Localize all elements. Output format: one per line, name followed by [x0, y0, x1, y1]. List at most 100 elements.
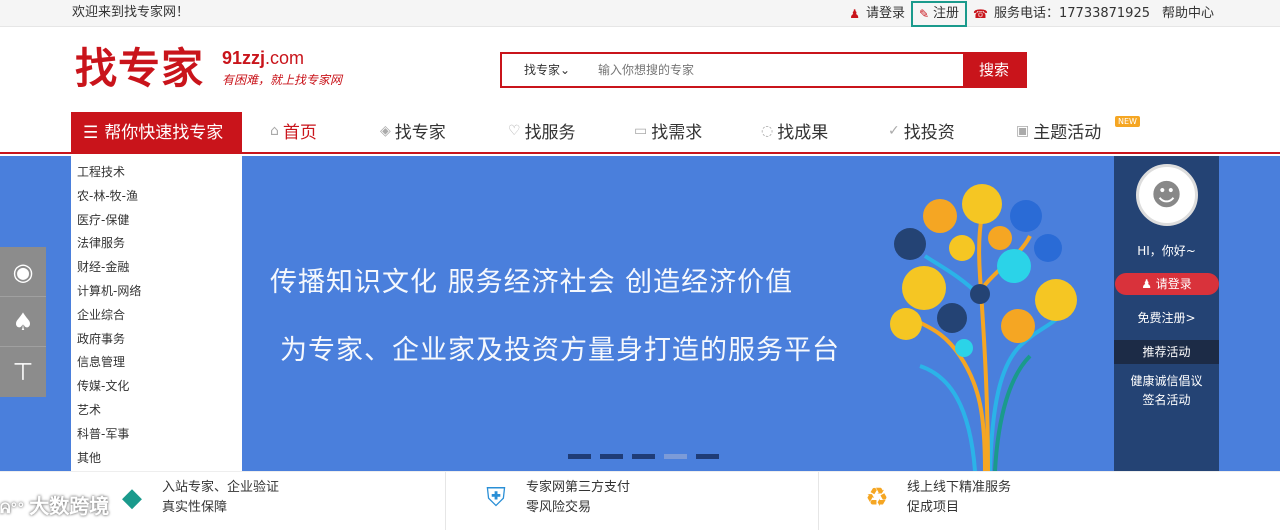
gift-icon: ▣: [1016, 122, 1030, 139]
recommend-activity-header: 推荐活动: [1114, 340, 1219, 364]
carousel-dots: [568, 454, 719, 459]
heart-icon: ♡: [508, 122, 521, 139]
nav-label: 主题活动: [1033, 123, 1102, 143]
feature-verify: ◆ 入站专家、企业验证 真实性保障: [112, 478, 279, 518]
home-icon: ⌂: [270, 122, 279, 139]
search-bar: 找专家⌄ 搜索: [500, 52, 1027, 88]
feature-line: 专家网第三方支付: [526, 480, 631, 495]
welcome-text: 欢迎来到找专家网！: [72, 5, 190, 20]
user-icon: ♟: [1141, 277, 1156, 291]
category-item[interactable]: 传媒-文化: [71, 375, 242, 399]
category-item[interactable]: 财经-金融: [71, 256, 242, 280]
category-item[interactable]: 其他: [71, 447, 242, 471]
free-register-link[interactable]: 免费注册>: [1114, 309, 1219, 326]
category-item[interactable]: 医疗-保健: [71, 209, 242, 233]
top-bar: 欢迎来到找专家网！ ♟ 请登录 ✎ 注册 ☎ 服务电话：17733871925 帮…: [0, 0, 1280, 27]
floating-toolbar: ◉ ♠ ⊤: [0, 247, 46, 397]
panel-login-label: 请登录: [1155, 277, 1192, 291]
nav-item-events[interactable]: ▣ 主题活动: [1016, 118, 1102, 144]
main-nav: ☰ 帮你快速找专家 ⌂ 首页 ◈ 找专家 ♡ 找服务 ▭ 找需求 ◌ 找成果 ✓ 找投资 ▣ 主…: [0, 108, 1280, 154]
recycle-icon: ♻: [865, 483, 889, 513]
register-label: 注册: [933, 6, 960, 21]
category-item[interactable]: 计算机-网络: [71, 280, 242, 304]
nav-item-demands[interactable]: ▭ 找需求: [634, 118, 703, 144]
category-item[interactable]: 政府事务: [71, 328, 242, 352]
service-phone: 服务电话：17733871925: [994, 5, 1150, 21]
new-badge: NEW: [1115, 116, 1140, 127]
register-link[interactable]: ✎ 注册: [910, 1, 968, 27]
search-button[interactable]: 搜索: [963, 54, 1025, 86]
pencil-icon: ✎: [918, 7, 930, 21]
feature-strip: ◆ 入站专家、企业验证 真实性保障 ⛨ 专家网第三方支付 零风险交易 ♻ 线上线下精…: [0, 471, 1280, 530]
avatar: ☻: [1135, 164, 1198, 226]
nav-item-results[interactable]: ◌ 找成果: [761, 118, 829, 144]
shield-icon: ⛨: [486, 482, 506, 513]
category-sidebar: 工程技术 农-林-牧-渔 医疗-保健 法律服务 财经-金融 计算机-网络 企业综…: [71, 156, 242, 471]
menu-list-icon: ☰: [83, 123, 99, 143]
nav-item-services[interactable]: ♡ 找服务: [508, 118, 576, 144]
watermark: ᕱ°° 大数跨境: [0, 494, 110, 518]
greeting: HI，你好~: [1137, 244, 1196, 258]
knowledge-tree-illustration: [890, 184, 1077, 471]
category-item[interactable]: 艺术: [71, 399, 242, 423]
feature-payment: ⛨ 专家网第三方支付 零风险交易: [476, 478, 630, 518]
back-to-top-icon[interactable]: ⊤: [0, 347, 46, 397]
logo-subtitle: 91zzj.com 有困难，就上找专家网: [222, 48, 342, 88]
nav-label: 找投资: [903, 123, 955, 143]
hero-subheadline: 为专家、企业家及投资方量身打造的服务平台: [280, 335, 840, 366]
category-menu-button[interactable]: ☰ 帮你快速找专家: [71, 112, 242, 154]
activity-line: 健康诚信倡议: [1130, 374, 1203, 388]
domain-name: 91zzj: [222, 48, 266, 68]
header: 找专家 91zzj.com 有困难，就上找专家网 找专家⌄ 搜索: [0, 28, 1280, 108]
verify-icon: ◆: [122, 483, 142, 513]
nav-label: 找专家: [394, 123, 446, 143]
comment-icon: ▭: [634, 122, 648, 139]
activity-line: 签名活动: [1142, 393, 1191, 407]
panel-login-button[interactable]: ♟ 请登录: [1114, 273, 1219, 295]
nav-item-experts[interactable]: ◈ 找专家: [380, 118, 446, 144]
nav-item-investment[interactable]: ✓ 找投资: [888, 118, 955, 144]
carousel-dot[interactable]: [600, 454, 623, 459]
carousel-dot[interactable]: [632, 454, 655, 459]
category-menu-label: 帮你快速找专家: [104, 123, 224, 143]
category-item[interactable]: 工程技术: [71, 161, 242, 185]
logo-domain: 91zzj.com: [222, 48, 342, 69]
logo[interactable]: 找专家: [75, 44, 204, 94]
search-input[interactable]: [592, 54, 963, 86]
divider: [445, 472, 446, 530]
hero-headline: 传播知识文化 服务经济社会 创造经济价值: [270, 267, 794, 298]
wechat-icon[interactable]: ◉: [0, 247, 46, 297]
user-icon: ♟: [849, 6, 860, 21]
help-center-link[interactable]: 帮助中心: [1162, 1, 1214, 27]
activity-link[interactable]: 健康诚信倡议 签名活动: [1114, 372, 1219, 410]
feature-line: 促成项目: [907, 500, 960, 515]
feature-line: 真实性保障: [162, 500, 228, 515]
qq-icon[interactable]: ♠: [0, 297, 46, 347]
feature-line: 入站专家、企业验证: [162, 480, 280, 495]
category-item[interactable]: 农-林-牧-渔: [71, 185, 242, 209]
category-item[interactable]: 企业综合: [71, 304, 242, 328]
carousel-dot-active[interactable]: [664, 454, 687, 459]
carousel-dot[interactable]: [568, 454, 591, 459]
search-category-select[interactable]: 找专家⌄: [502, 54, 592, 86]
logo-slogan: 有困难，就上找专家网: [222, 73, 343, 87]
category-item[interactable]: 科普-军事: [71, 423, 242, 447]
category-item[interactable]: 信息管理: [71, 351, 242, 375]
feature-service: ♻ 线上线下精准服务 促成项目: [857, 478, 1011, 518]
domain-suffix: .com: [265, 48, 305, 68]
login-link[interactable]: 请登录: [866, 1, 905, 27]
feature-line: 零风险交易: [526, 500, 592, 515]
nav-item-home[interactable]: ⌂ 首页: [270, 118, 317, 144]
nav-label: 找需求: [651, 123, 703, 143]
check-circle-icon: ✓: [888, 122, 900, 139]
feature-text: 入站专家、企业验证 真实性保障: [162, 478, 279, 518]
watermark-text: 大数跨境: [29, 494, 110, 518]
nav-label: 找服务: [524, 123, 576, 143]
chat-icon: ◌: [761, 122, 774, 139]
graduation-cap-icon: ◈: [380, 122, 391, 139]
search-category-label: 找专家: [523, 63, 560, 77]
category-item[interactable]: 法律服务: [71, 232, 242, 256]
nav-label: 找成果: [777, 123, 829, 143]
carousel-dot[interactable]: [696, 454, 719, 459]
feature-line: 线上线下精准服务: [907, 480, 1012, 495]
